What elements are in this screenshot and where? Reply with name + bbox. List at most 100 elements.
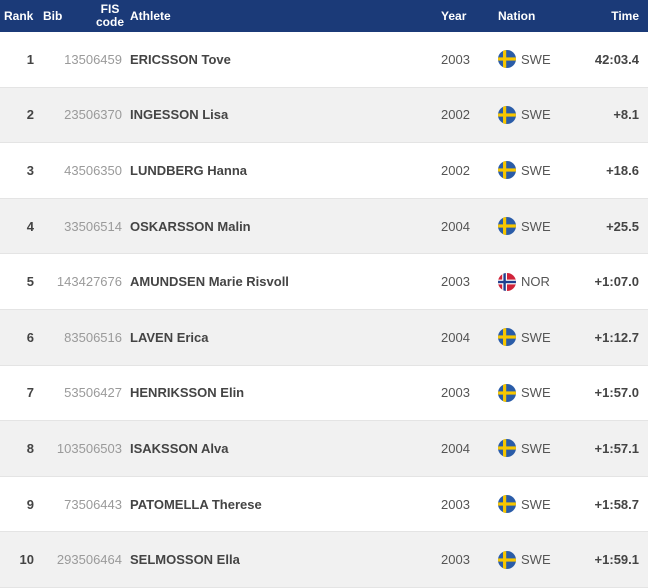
bib-value: 2	[64, 107, 72, 123]
nation-code: SWE	[521, 440, 551, 456]
athlete-name[interactable]: AMUNDSEN Marie Risvoll	[130, 254, 289, 309]
rank-cell: 2	[26, 107, 34, 123]
bib-fis-cell: 1 3506459	[64, 32, 122, 87]
bib-fis-cell: 5 3506427	[64, 366, 122, 421]
column-header-time[interactable]: Time	[611, 0, 639, 32]
bib-fis-cell: 10 3506503	[57, 421, 122, 476]
rank-cell: 3	[26, 162, 34, 178]
fis-code-value: 3506370	[71, 107, 122, 123]
swe-flag-icon	[498, 495, 516, 514]
athlete-name[interactable]: LAVEN Erica	[130, 310, 209, 365]
bib-fis-cell: 7 3506443	[64, 477, 122, 532]
nation-code: SWE	[521, 385, 551, 401]
birth-year: 2002	[441, 107, 470, 123]
athlete-name[interactable]: LUNDBERG Hanna	[130, 143, 247, 198]
table-row[interactable]: 8 10 3506503 ISAKSSON Alva 2004 SWE +1:57…	[0, 421, 648, 477]
birth-year: 2003	[441, 496, 470, 512]
nation-cell: SWE	[498, 88, 551, 143]
rank-cell: 9	[26, 496, 34, 512]
result-time: +1:58.7	[594, 496, 639, 512]
birth-year: 2003	[441, 552, 470, 568]
table-row[interactable]: 6 8 3506516 LAVEN Erica 2004 SWE +1:12.7	[0, 309, 648, 366]
nation-cell: SWE	[498, 32, 551, 87]
bib-fis-cell: 29 3506464	[57, 532, 122, 587]
bib-value: 3	[64, 218, 72, 234]
rank-cell: 6	[26, 329, 34, 345]
swe-flag-icon	[498, 328, 516, 347]
rank-cell: 8	[26, 440, 34, 456]
column-header-fis-code[interactable]: FIS code	[96, 0, 124, 32]
bib-fis-cell: 3 3506514	[64, 199, 122, 254]
table-row[interactable]: 3 4 3506350 LUNDBERG Hanna 2002 SWE +18.6	[0, 143, 648, 199]
table-row[interactable]: 7 5 3506427 HENRIKSSON Elin 2003 SWE +1:5…	[0, 366, 648, 422]
result-time: +25.5	[606, 218, 639, 234]
birth-year: 2002	[441, 162, 470, 178]
table-row[interactable]: 4 3 3506514 OSKARSSON Malin 2004 SWE +25.…	[0, 198, 648, 255]
bib-value: 10	[56, 440, 72, 456]
nation-code: SWE	[521, 329, 551, 345]
nation-cell: SWE	[498, 310, 551, 365]
fis-code-value: 3427676	[71, 274, 122, 290]
athlete-name[interactable]: OSKARSSON Malin	[130, 199, 251, 254]
table-body: 1 1 3506459 ERICSSON Tove 2003 SWE 42:03.…	[0, 32, 648, 588]
nation-cell: SWE	[498, 199, 551, 254]
column-header-bib[interactable]: Bib	[43, 0, 62, 32]
nation-code: SWE	[521, 496, 551, 512]
bib-value: 5	[64, 385, 72, 401]
column-header-fis-code-line2: code	[96, 15, 125, 29]
nation-cell: SWE	[498, 477, 551, 532]
table-row[interactable]: 2 2 3506370 INGESSON Lisa 2002 SWE +8.1	[0, 87, 648, 144]
birth-year: 2004	[441, 218, 470, 234]
result-time: 42:03.4	[594, 51, 639, 67]
athlete-name[interactable]: INGESSON Lisa	[130, 88, 228, 143]
result-time: +1:07.0	[594, 274, 639, 290]
table-row[interactable]: 1 1 3506459 ERICSSON Tove 2003 SWE 42:03.…	[0, 32, 648, 88]
bib-value: 7	[64, 496, 72, 512]
table-row[interactable]: 10 29 3506464 SELMOSSON Ella 2003 SWE +1:…	[0, 532, 648, 588]
birth-year: 2004	[441, 440, 470, 456]
fis-code-value: 3506464	[71, 552, 122, 568]
nation-cell: SWE	[498, 421, 551, 476]
result-time: +1:57.0	[594, 385, 639, 401]
bib-value: 4	[64, 162, 72, 178]
fis-code-value: 3506516	[71, 329, 122, 345]
swe-flag-icon	[498, 161, 516, 180]
bib-value: 8	[64, 329, 72, 345]
birth-year: 2003	[441, 274, 470, 290]
rank-cell: 7	[26, 385, 34, 401]
rank-cell: 10	[19, 552, 34, 568]
fis-code-value: 3506427	[71, 385, 122, 401]
result-time: +18.6	[606, 162, 639, 178]
nation-code: SWE	[521, 552, 551, 568]
nation-code: SWE	[521, 107, 551, 123]
table-row[interactable]: 5 14 3427676 AMUNDSEN Marie Risvoll 2003 …	[0, 254, 648, 310]
column-header-athlete[interactable]: Athlete	[130, 0, 171, 32]
fis-code-value: 3506514	[71, 218, 122, 234]
column-header-nation[interactable]: Nation	[498, 0, 535, 32]
bib-fis-cell: 4 3506350	[64, 143, 122, 198]
bib-value: 1	[64, 51, 72, 67]
fis-code-value: 3506350	[71, 162, 122, 178]
athlete-name[interactable]: HENRIKSSON Elin	[130, 366, 244, 421]
swe-flag-icon	[498, 105, 516, 124]
athlete-name[interactable]: ISAKSSON Alva	[130, 421, 229, 476]
swe-flag-icon	[498, 383, 516, 402]
birth-year: 2003	[441, 385, 470, 401]
nation-cell: SWE	[498, 143, 551, 198]
athlete-name[interactable]: PATOMELLA Therese	[130, 477, 262, 532]
swe-flag-icon	[498, 439, 516, 458]
nation-code: SWE	[521, 51, 551, 67]
table-row[interactable]: 9 7 3506443 PATOMELLA Therese 2003 SWE +1…	[0, 477, 648, 533]
nation-cell: SWE	[498, 532, 551, 587]
athlete-name[interactable]: SELMOSSON Ella	[130, 532, 240, 587]
column-header-rank[interactable]: Rank	[4, 0, 33, 32]
column-header-year[interactable]: Year	[441, 0, 466, 32]
rank-cell: 5	[26, 274, 34, 290]
bib-value: 29	[56, 552, 72, 568]
athlete-name[interactable]: ERICSSON Tove	[130, 32, 231, 87]
fis-code-value: 3506443	[71, 496, 122, 512]
fis-code-value: 3506503	[71, 440, 122, 456]
nor-flag-icon	[498, 272, 516, 291]
birth-year: 2004	[441, 329, 470, 345]
fis-code-value: 3506459	[71, 51, 122, 67]
